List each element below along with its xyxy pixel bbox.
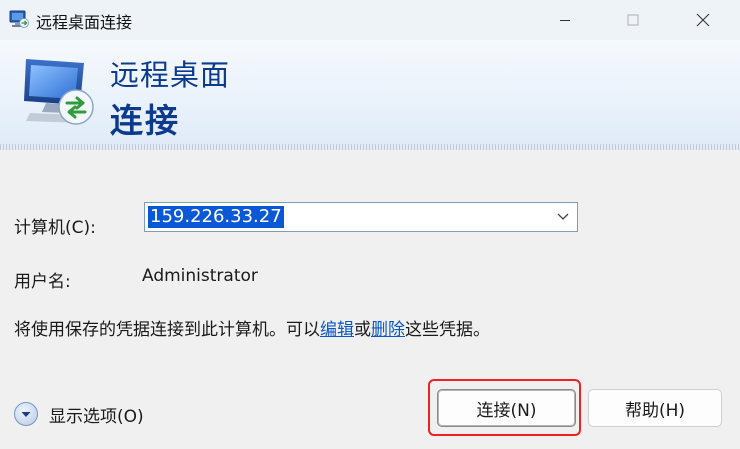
username-value: Administrator (142, 266, 258, 286)
maximize-button[interactable] (610, 0, 656, 40)
computer-input-value[interactable]: 159.226.33.27 (148, 206, 284, 228)
header-title-line1: 远程桌面 (110, 58, 231, 92)
computer-combobox[interactable]: 159.226.33.27 (144, 202, 578, 232)
close-button[interactable] (680, 0, 726, 40)
header-title-line2: 连接 (110, 101, 180, 140)
minimize-icon (560, 20, 570, 21)
credentials-info-or: 或 (354, 320, 371, 340)
maximize-icon (627, 14, 639, 26)
credentials-info-suffix: 这些凭据。 (405, 320, 490, 340)
credentials-info-prefix: 将使用保存的凭据连接到此计算机。可以 (14, 320, 320, 340)
minimize-button[interactable] (542, 0, 588, 40)
credentials-info-text: 将使用保存的凭据连接到此计算机。可以编辑或删除这些凭据。 (14, 315, 490, 340)
computer-label: 计算机(C): (14, 218, 96, 238)
chevron-down-icon (21, 412, 31, 417)
window-title: 远程桌面连接 (36, 13, 133, 32)
edit-credentials-link[interactable]: 编辑 (320, 320, 354, 340)
help-button[interactable]: 帮助(H) (588, 389, 722, 427)
expand-circle-icon[interactable] (14, 402, 38, 426)
remote-desktop-app-icon (9, 9, 29, 29)
title-bar: 远程桌面连接 (0, 0, 740, 40)
show-options-label: 显示选项(O) (49, 406, 144, 427)
username-label: 用户名: (14, 272, 71, 292)
connect-button[interactable]: 连接(N) (437, 389, 576, 427)
chevron-down-icon[interactable] (557, 212, 569, 222)
show-options-toggle[interactable]: 显示选项(O) (14, 400, 154, 428)
delete-credentials-link[interactable]: 删除 (371, 320, 405, 340)
close-icon (696, 13, 710, 27)
monitor-connect-icon (20, 53, 102, 133)
